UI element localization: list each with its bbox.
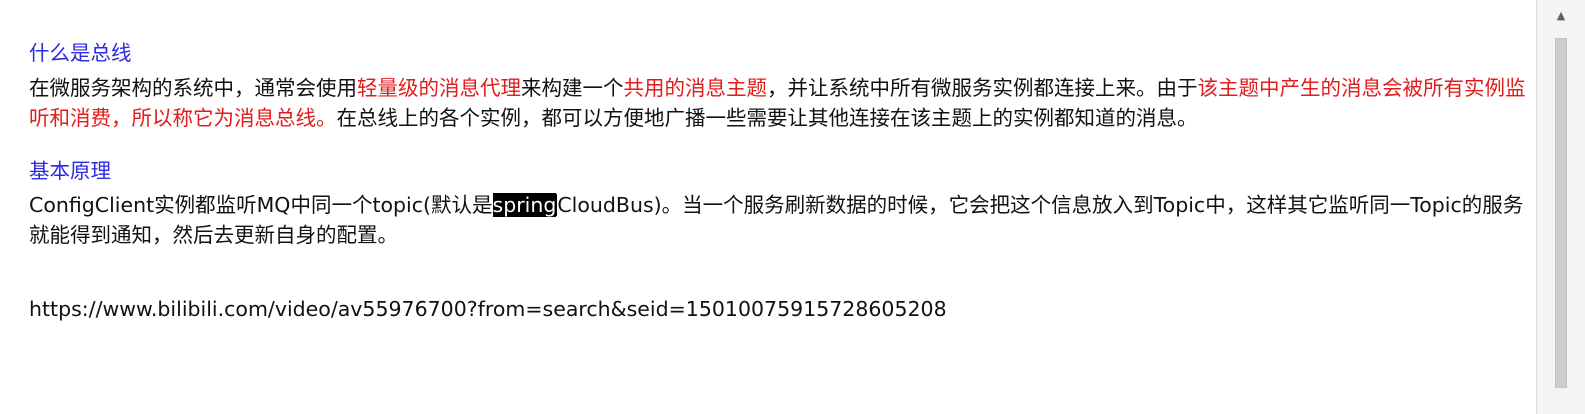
text-run: ConfigClient实例都监听MQ中同一个topic(默认是 [29, 193, 493, 217]
scrollbar-thumb[interactable] [1555, 38, 1567, 388]
scroll-up-arrow-icon[interactable]: ▲ [1537, 0, 1585, 30]
text-run: 在微服务架构的系统中，通常会使用 [29, 76, 357, 100]
selected-text[interactable]: spring [492, 193, 557, 217]
document-content: 什么是总线 在微服务架构的系统中，通常会使用轻量级的消息代理来构建一个共用的消息… [29, 40, 1529, 324]
heading-what-is-bus: 什么是总线 [29, 41, 132, 65]
text-run: ，并让系统中所有微服务实例都连接上来。由于 [767, 76, 1198, 100]
paragraph-principle[interactable]: ConfigClient实例都监听MQ中同一个topic(默认是springCl… [29, 190, 1529, 250]
paragraph-bus-definition[interactable]: 在微服务架构的系统中，通常会使用轻量级的消息代理来构建一个共用的消息主题，并让系… [29, 73, 1529, 133]
document-page: 什么是总线 在微服务架构的系统中，通常会使用轻量级的消息代理来构建一个共用的消息… [0, 0, 1536, 414]
heading-basic-principle: 基本原理 [29, 159, 111, 183]
text-run: 来构建一个 [521, 76, 624, 100]
source-link[interactable]: https://www.bilibili.com/video/av5597670… [29, 294, 1529, 324]
highlight-lightweight-broker: 轻量级的消息代理 [357, 76, 521, 100]
text-run: 在总线上的各个实例，都可以方便地广播一些需要让其他连接在该主题上的实例都知道的消… [336, 106, 1198, 130]
highlight-shared-topic: 共用的消息主题 [623, 76, 768, 100]
vertical-scrollbar[interactable]: ▲ [1536, 0, 1585, 414]
